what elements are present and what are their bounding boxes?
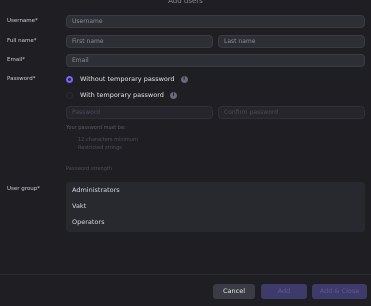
radio-unchecked-icon	[66, 91, 73, 99]
usergroup-label: User group*	[7, 186, 41, 192]
usergroup-list: Administrators Vakt Operators	[66, 182, 365, 232]
password-rules-heading: Your password must be:	[66, 125, 126, 131]
list-item[interactable]: Vakt	[66, 198, 365, 214]
add-users-dialog: Add users Username* Username Full name* …	[0, 0, 371, 306]
confirm-password-input[interactable]: Confirm password	[218, 106, 365, 119]
info-icon[interactable]: i	[169, 91, 177, 99]
radio-with-temp-label: With temporary password	[80, 91, 164, 99]
list-item[interactable]: Operators	[66, 214, 365, 230]
rule-restricted: Restricted strings	[78, 145, 122, 151]
radio-without-temp-label: Without temporary password	[80, 75, 175, 83]
username-input[interactable]: Username	[66, 15, 365, 28]
fullname-label: Full name*	[7, 38, 37, 44]
username-label: Username*	[7, 18, 38, 24]
first-name-input[interactable]: First name	[66, 35, 213, 48]
email-input[interactable]: Email	[66, 54, 365, 67]
password-label: Password*	[7, 76, 36, 82]
email-label: Email*	[7, 57, 26, 63]
dialog-title: Add users	[168, 0, 203, 5]
radio-without-temp-password[interactable]: Without temporary password i	[66, 74, 188, 84]
info-icon[interactable]: i	[180, 75, 188, 83]
add-close-button[interactable]: Add & Close	[312, 284, 367, 299]
cancel-button[interactable]: Cancel	[213, 284, 255, 299]
footer-divider	[0, 274, 371, 275]
add-button[interactable]: Add	[261, 284, 307, 299]
list-item[interactable]: Administrators	[66, 182, 365, 198]
radio-with-temp-password[interactable]: With temporary password i	[66, 90, 177, 100]
rule-min-chars: 12 characters minimum	[78, 137, 138, 143]
password-input[interactable]: Password	[66, 106, 213, 119]
last-name-input[interactable]: Last name	[218, 35, 365, 48]
password-strength: Password strength	[66, 166, 113, 172]
radio-checked-icon	[66, 75, 73, 83]
